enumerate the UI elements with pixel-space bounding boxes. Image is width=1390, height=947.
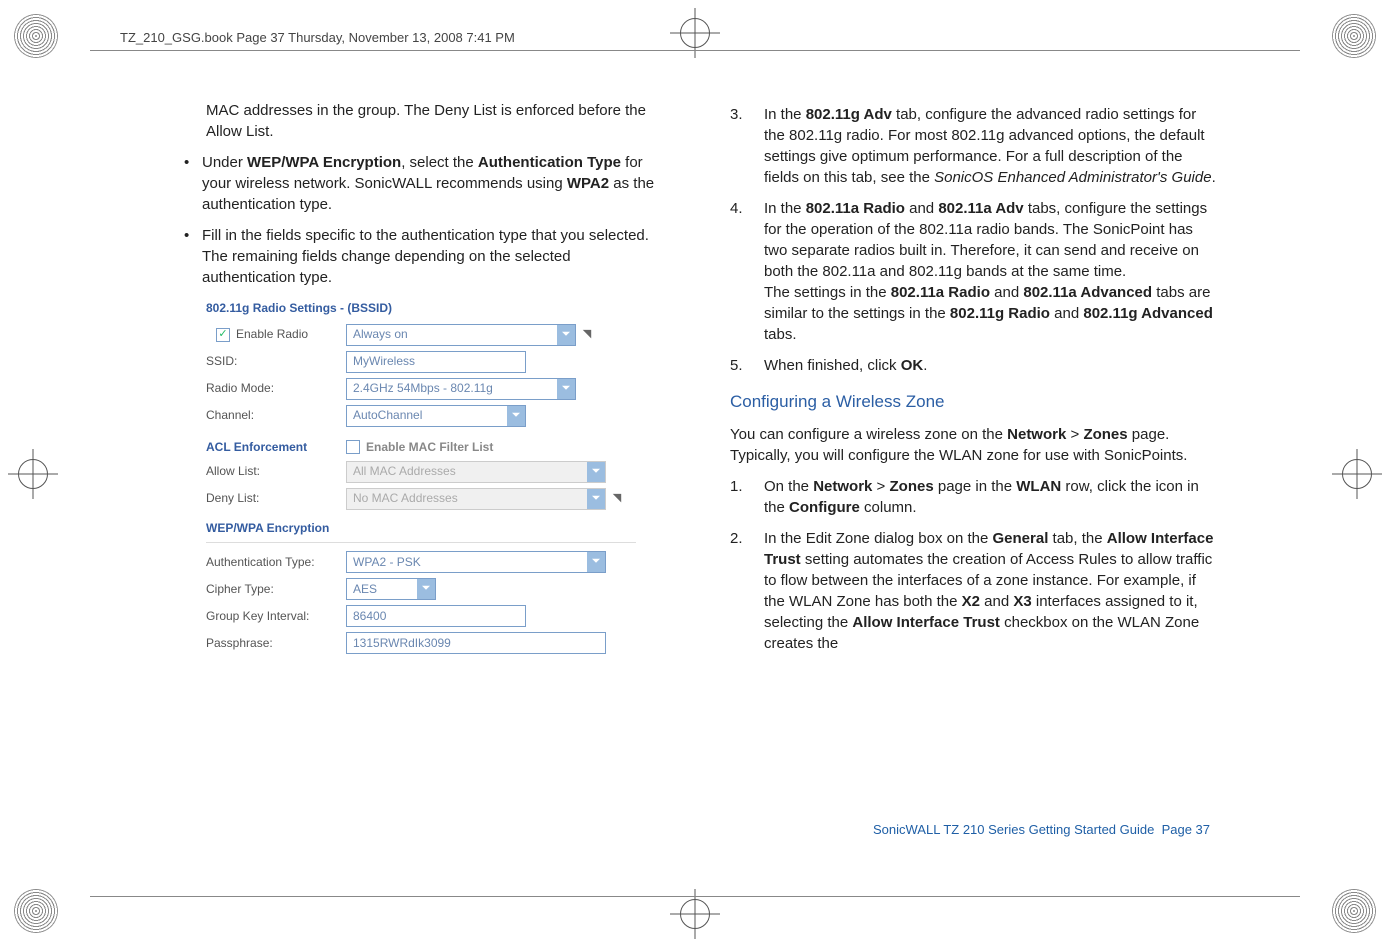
enable-radio-field: Enable Radio — [206, 326, 346, 343]
printer-mark-icon — [1332, 14, 1376, 58]
cipher-select[interactable]: AES — [346, 578, 436, 600]
section-subhead: Configuring a Wireless Zone — [730, 390, 1220, 414]
page-number: Page 37 — [1162, 822, 1210, 837]
bullet-text: Fill in the fields specific to the authe… — [202, 225, 660, 288]
step-number: 2. — [730, 528, 764, 654]
step-text: In the 802.11g Adv tab, configure the ad… — [764, 104, 1220, 188]
edit-icon[interactable]: ◥ — [580, 327, 594, 342]
enable-mac-checkbox[interactable] — [346, 440, 360, 454]
header-note: TZ_210_GSG.book Page 37 Thursday, Novemb… — [120, 30, 1270, 45]
step-item: 2. In the Edit Zone dialog box on the Ge… — [730, 528, 1220, 654]
hanging-intro: MAC addresses in the group. The Deny Lis… — [170, 100, 660, 142]
left-column: MAC addresses in the group. The Deny Lis… — [170, 100, 660, 807]
ssid-input[interactable]: MyWireless — [346, 351, 526, 373]
divider — [206, 542, 636, 543]
crop-line — [90, 50, 1300, 51]
cipher-label: Cipher Type: — [206, 581, 346, 598]
step-item: 1. On the Network > Zones page in the WL… — [730, 476, 1220, 518]
acl-section-title: ACL Enforcement — [206, 439, 346, 456]
printer-mark-icon — [14, 14, 58, 58]
step-number: 4. — [730, 198, 764, 345]
deny-list-label: Deny List: — [206, 490, 346, 507]
bullet-icon: • — [184, 225, 202, 288]
step-text: When finished, click OK. — [764, 355, 1220, 376]
bullet-item: • Fill in the fields specific to the aut… — [184, 225, 660, 288]
channel-select[interactable]: AutoChannel — [346, 405, 526, 427]
step-number: 3. — [730, 104, 764, 188]
auth-type-select[interactable]: WPA2 - PSK — [346, 551, 606, 573]
radio-mode-select[interactable]: 2.4GHz 54Mbps - 802.11g — [346, 378, 576, 400]
register-mark-icon — [1332, 449, 1382, 499]
schedule-select[interactable]: Always on — [346, 324, 576, 346]
step-item: 4. In the 802.11a Radio and 802.11a Adv … — [730, 198, 1220, 345]
wep-section-title: WEP/WPA Encryption — [206, 520, 636, 537]
crop-line — [90, 896, 1300, 897]
register-mark-icon — [8, 449, 58, 499]
passphrase-input[interactable]: 1315RWRdIk3099 — [346, 632, 606, 654]
right-column: 3. In the 802.11g Adv tab, configure the… — [730, 100, 1220, 807]
gki-input[interactable]: 86400 — [346, 605, 526, 627]
step-text: On the Network > Zones page in the WLAN … — [764, 476, 1220, 518]
section-title: 802.11g Radio Settings - (BSSID) — [206, 298, 636, 319]
step-item: 5. When finished, click OK. — [730, 355, 1220, 376]
printer-mark-icon — [1332, 889, 1376, 933]
bullet-icon: • — [184, 152, 202, 215]
step-text: In the Edit Zone dialog box on the Gener… — [764, 528, 1220, 654]
channel-label: Channel: — [206, 407, 346, 424]
step-text: In the 802.11a Radio and 802.11a Adv tab… — [764, 198, 1220, 345]
auth-type-label: Authentication Type: — [206, 554, 346, 571]
edit-icon: ◥ — [610, 491, 624, 506]
ssid-label: SSID: — [206, 353, 346, 370]
allow-list-label: Allow List: — [206, 463, 346, 480]
step-number: 1. — [730, 476, 764, 518]
step-item: 3. In the 802.11g Adv tab, configure the… — [730, 104, 1220, 188]
section-intro: You can configure a wireless zone on the… — [730, 424, 1220, 466]
gki-label: Group Key Interval: — [206, 608, 346, 625]
bullet-item: • Under WEP/WPA Encryption, select the A… — [184, 152, 660, 215]
footer-text: SonicWALL TZ 210 Series Getting Started … — [873, 822, 1154, 837]
deny-list-select: No MAC Addresses — [346, 488, 606, 510]
bullet-text: Under WEP/WPA Encryption, select the Aut… — [202, 152, 660, 215]
printer-mark-icon — [14, 889, 58, 933]
settings-screenshot: 802.11g Radio Settings - (BSSID) Enable … — [206, 298, 636, 654]
enable-mac-label: Enable MAC Filter List — [366, 439, 493, 456]
radio-mode-label: Radio Mode: — [206, 380, 346, 397]
allow-list-select: All MAC Addresses — [346, 461, 606, 483]
enable-radio-label: Enable Radio — [236, 326, 308, 343]
passphrase-label: Passphrase: — [206, 635, 346, 652]
page-footer: SonicWALL TZ 210 Series Getting Started … — [873, 822, 1210, 837]
step-number: 5. — [730, 355, 764, 376]
enable-radio-checkbox[interactable] — [216, 328, 230, 342]
